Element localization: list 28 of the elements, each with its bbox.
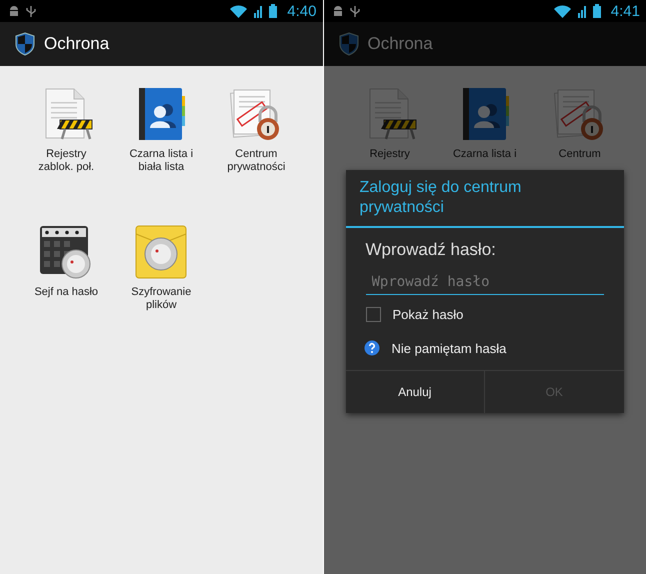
app-title: Ochrona: [44, 34, 110, 54]
app-title: Ochrona: [368, 34, 433, 54]
dialog-button[interactable]: Anuluj: [346, 371, 484, 413]
password-prompt: Wprowadź hasło:: [366, 240, 497, 260]
checkbox-label[interactable]: Pokaż hasło: [392, 307, 464, 322]
help-icon: [364, 340, 380, 356]
wifi-icon: [554, 4, 571, 18]
usb-icon: [26, 4, 36, 18]
tile-label[interactable]: Centrum prywatności: [227, 148, 286, 174]
clock-time: 4:41: [610, 2, 640, 20]
shield-icon: [14, 32, 36, 56]
tile-label[interactable]: Szyfrowanie plików: [131, 286, 192, 312]
signal-icon: [253, 4, 264, 18]
envelope-dial-icon: [133, 224, 190, 280]
checkbox[interactable]: [366, 307, 380, 322]
forgot-password-link[interactable]: Nie pamiętam hasła: [392, 340, 506, 356]
usb-icon: [350, 4, 360, 18]
dialog-title: Zaloguj się do centrum prywatności: [346, 170, 624, 228]
password-input[interactable]: Wprowadź hasło: [366, 270, 604, 295]
tile-label[interactable]: Sejf na hasło: [34, 286, 98, 299]
wifi-icon: [230, 4, 248, 18]
signal-icon: [576, 4, 587, 18]
shield-icon: [338, 32, 360, 56]
clock-time: 4:40: [287, 2, 316, 20]
battery-icon: [592, 4, 601, 18]
tile-label[interactable]: Czarna lista i biała lista: [129, 148, 194, 174]
tile-label[interactable]: Rejestry zablok. poł.: [38, 148, 94, 174]
battery-icon: [269, 4, 278, 18]
